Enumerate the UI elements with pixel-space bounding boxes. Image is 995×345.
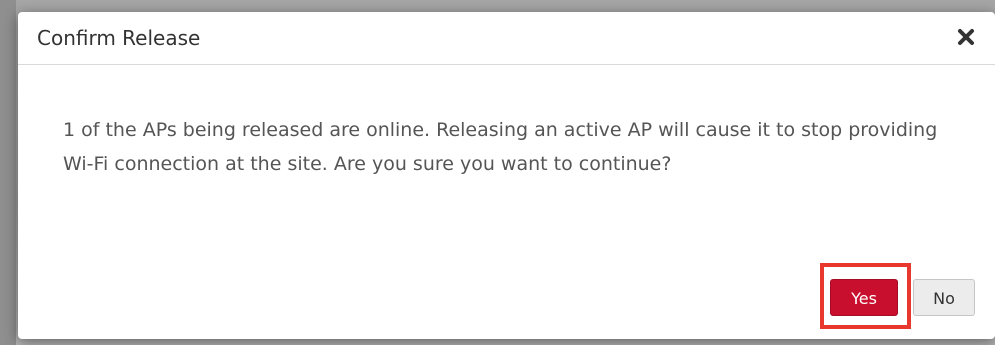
background-edge [0, 0, 16, 345]
close-button[interactable] [951, 22, 981, 52]
yes-button[interactable]: Yes [830, 279, 898, 316]
no-button[interactable]: No [913, 279, 975, 316]
dialog-message: 1 of the APs being released are online. … [63, 119, 938, 175]
dialog-header: Confirm Release [18, 12, 995, 65]
close-icon [951, 22, 981, 52]
dialog-title: Confirm Release [37, 26, 201, 50]
